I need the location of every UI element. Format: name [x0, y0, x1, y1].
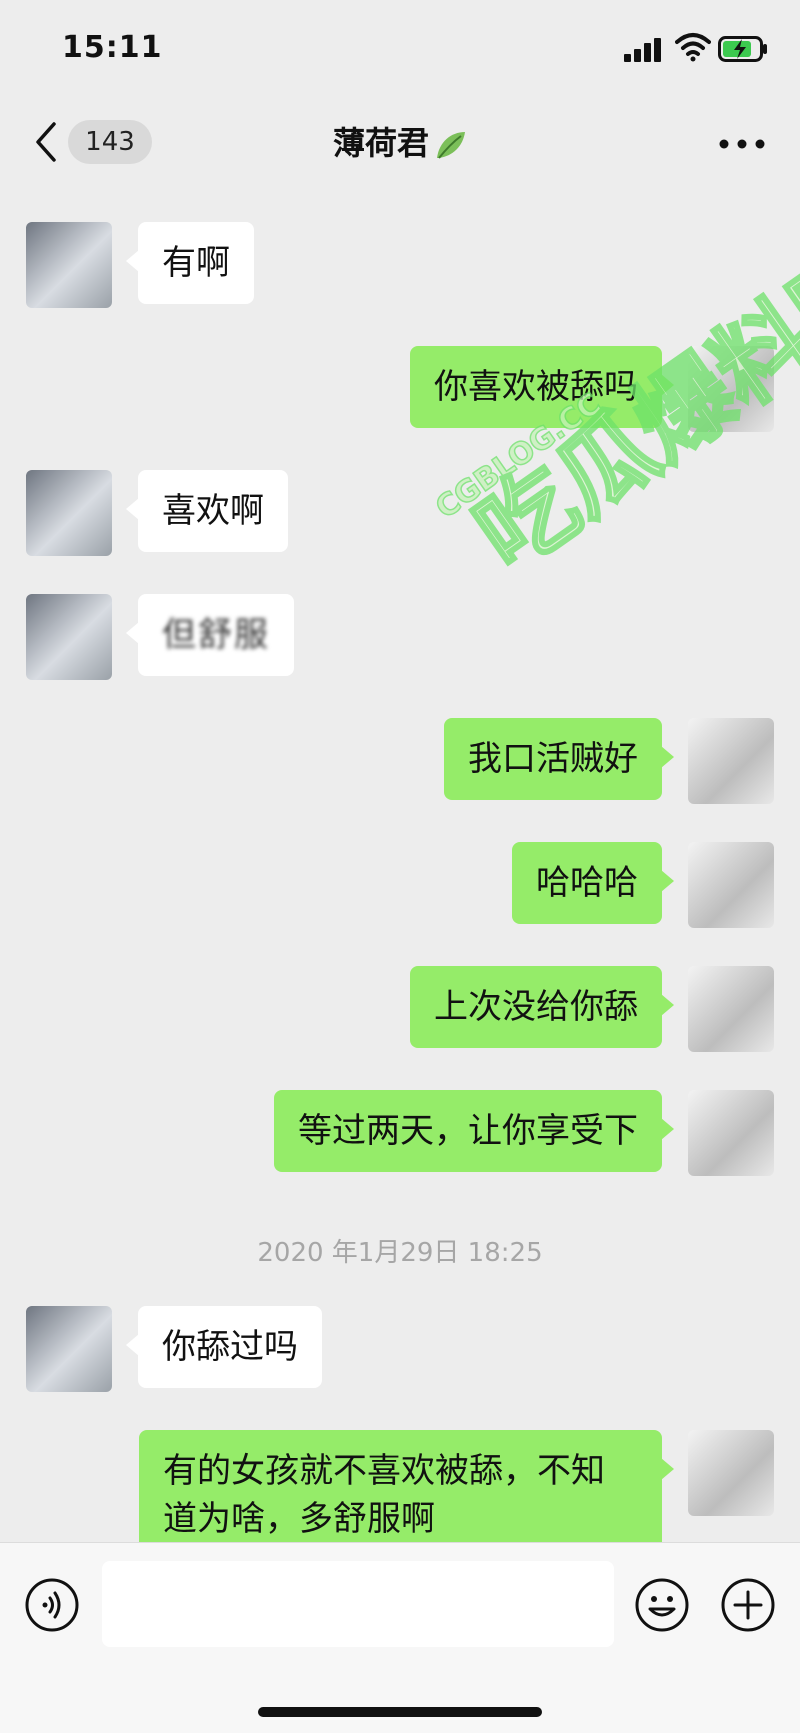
battery-charging-icon: [718, 36, 767, 62]
signal-icon: [624, 38, 661, 62]
home-indicator: [258, 1707, 542, 1717]
contact-avatar[interactable]: [26, 222, 112, 308]
message-bubble-outgoing[interactable]: 你喜欢被舔吗: [410, 346, 674, 428]
my-avatar[interactable]: [688, 842, 774, 928]
input-bar: [0, 1542, 800, 1733]
message-bubble-outgoing[interactable]: 有的女孩就不喜欢被舔，不知道为啥，多舒服啊: [139, 1430, 674, 1560]
message-bubble-incoming[interactable]: 有啊: [126, 222, 254, 304]
emoji-icon[interactable]: [634, 1577, 690, 1633]
my-avatar[interactable]: [688, 1090, 774, 1176]
message-bubble-outgoing[interactable]: 我口活贼好: [444, 718, 674, 800]
message-input[interactable]: [102, 1561, 614, 1647]
message-bubble-incoming-obscured[interactable]: 但舒服: [126, 594, 294, 676]
contact-name: 薄荷君: [332, 124, 429, 162]
my-avatar[interactable]: [688, 1430, 774, 1516]
contact-avatar[interactable]: [26, 470, 112, 556]
message-bubble-outgoing[interactable]: 等过两天，让你享受下: [274, 1090, 674, 1172]
message-bubble-outgoing[interactable]: 上次没给你舔: [410, 966, 674, 1048]
chat-title: 薄荷君: [0, 118, 800, 164]
status-bar: 15:11: [0, 0, 800, 100]
message-bubble-incoming[interactable]: 喜欢啊: [126, 470, 288, 552]
status-time: 15:11: [62, 30, 163, 65]
my-avatar[interactable]: [688, 346, 774, 432]
contact-avatar[interactable]: [26, 594, 112, 680]
message-bubble-outgoing[interactable]: 哈哈哈: [512, 842, 674, 924]
voice-icon[interactable]: [24, 1577, 80, 1633]
message-bubble-incoming[interactable]: 你舔过吗: [126, 1306, 322, 1388]
leaf-icon: [437, 132, 465, 159]
my-avatar[interactable]: [688, 966, 774, 1052]
contact-avatar[interactable]: [26, 1306, 112, 1392]
obscured-text: 但舒服: [162, 615, 270, 655]
wifi-icon: [675, 33, 711, 62]
plus-circle-icon[interactable]: [720, 1577, 776, 1633]
my-avatar[interactable]: [688, 718, 774, 804]
chat-header: 143 薄荷君: [0, 100, 800, 188]
more-dots-icon[interactable]: [718, 138, 766, 150]
message-timestamp: 2020 年1月29日 18:25: [257, 1238, 543, 1268]
